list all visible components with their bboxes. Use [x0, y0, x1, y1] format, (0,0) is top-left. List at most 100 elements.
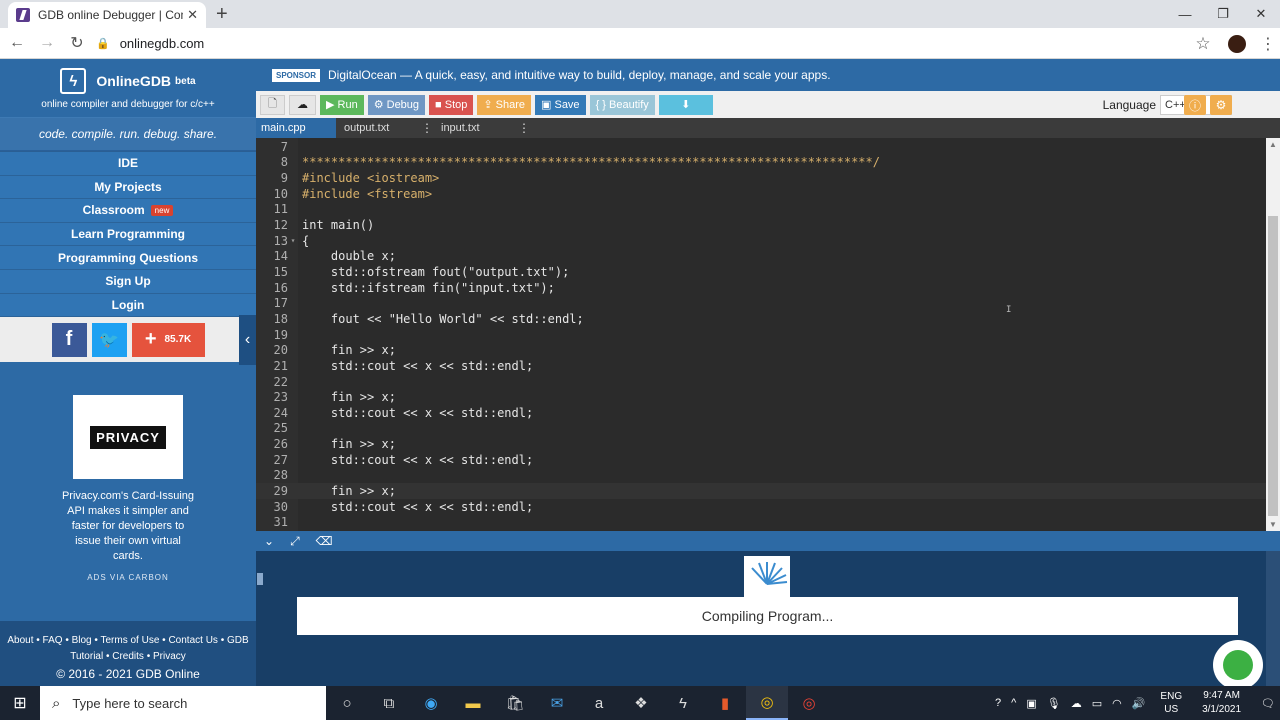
cortana-icon[interactable]: ○: [326, 686, 368, 720]
sidebar-item-ide[interactable]: IDE: [0, 152, 256, 176]
code-line[interactable]: 15 std::ofstream fout("output.txt");: [256, 264, 1266, 280]
address-bar[interactable]: 🔒 onlinegdb.com: [96, 32, 1216, 55]
chrome-icon[interactable]: ◎: [746, 686, 788, 720]
sidebar-item-my-projects[interactable]: My Projects: [0, 175, 256, 200]
lock-icon[interactable]: 🔒: [96, 37, 110, 50]
tab-main-cpp[interactable]: main.cpp: [256, 118, 336, 138]
wifi-icon[interactable]: ◠: [1112, 697, 1122, 710]
store-icon[interactable]: 🛍: [494, 686, 536, 720]
output-scrollbar[interactable]: [1266, 551, 1280, 686]
sidebar-item-classroom[interactable]: Classroom new: [0, 199, 256, 223]
code-line[interactable]: 23 fin >> x;: [256, 389, 1266, 405]
chrome-alt-icon[interactable]: ◎: [788, 686, 830, 720]
editor-scrollbar[interactable]: ▲ ▼: [1266, 138, 1280, 531]
mail-icon[interactable]: ✉: [536, 686, 578, 720]
code-line[interactable]: 25: [256, 421, 1266, 437]
footer-links-line1[interactable]: About • FAQ • Blog • Terms of Use • Cont…: [0, 633, 256, 649]
code-line[interactable]: 8 ***************************************…: [256, 155, 1266, 171]
sidebar-item-login[interactable]: Login: [0, 293, 256, 318]
ad-via[interactable]: ADS VIA CARBON: [0, 573, 256, 582]
share-count-button[interactable]: +85.7K: [131, 322, 205, 357]
code-line[interactable]: 21 std::cout << x << std::endl;: [256, 358, 1266, 374]
sidebar-item-sign-up[interactable]: Sign Up: [0, 269, 256, 294]
onedrive-icon[interactable]: ☁: [1071, 697, 1082, 710]
tab-menu-icon[interactable]: ⋮: [518, 118, 530, 138]
edge-icon[interactable]: ◉: [410, 686, 452, 720]
code-line[interactable]: 17: [256, 296, 1266, 312]
code-line[interactable]: 18 fout << "Hello World" << std::endl;: [256, 311, 1266, 327]
code-line[interactable]: 22: [256, 374, 1266, 390]
footer-links-line2[interactable]: Tutorial • Credits • Privacy: [0, 649, 256, 665]
office-icon[interactable]: ▮: [704, 686, 746, 720]
taskbar-search[interactable]: ⌕ Type here to search: [40, 686, 326, 720]
code-editor[interactable]: 7 8 **************************************…: [256, 138, 1266, 531]
code-line[interactable]: 11: [256, 202, 1266, 218]
code-line[interactable]: 28: [256, 468, 1266, 484]
clock[interactable]: 9:47 AM 3/1/2021: [1197, 689, 1246, 717]
chevron-down-icon[interactable]: ⌄: [264, 534, 274, 548]
output-console[interactable]: Compiling Program...: [256, 551, 1266, 690]
sidebar-item-programming-questions[interactable]: Programming Questions: [0, 246, 256, 270]
microphone-icon[interactable]: 🎙: [1047, 697, 1061, 710]
collapse-sidebar-button[interactable]: ‹: [239, 315, 256, 365]
code-line[interactable]: 19: [256, 327, 1266, 343]
twitter-share-button[interactable]: 🐦: [91, 322, 127, 357]
battery-icon[interactable]: ▭: [1092, 697, 1102, 710]
save-button[interactable]: ▣ Save: [535, 94, 586, 115]
forward-arrow-icon[interactable]: →: [34, 30, 60, 56]
app-bolt-icon[interactable]: ϟ: [662, 686, 704, 720]
notifications-icon[interactable]: 🗨: [1261, 697, 1275, 710]
scroll-up-icon[interactable]: ▲: [1269, 140, 1277, 149]
minimize-button[interactable]: —: [1166, 0, 1204, 28]
tab-output-txt[interactable]: output.txt: [336, 118, 421, 138]
ad-text[interactable]: Privacy.com's Card-Issuing API makes it …: [60, 489, 196, 564]
upload-button[interactable]: ☁: [289, 94, 316, 115]
code-line[interactable]: 7: [256, 139, 1266, 155]
tab-close-icon[interactable]: ✕: [187, 7, 198, 23]
file-explorer-icon[interactable]: ▬: [452, 686, 494, 720]
tab-menu-icon[interactable]: ⋮: [421, 118, 433, 138]
volume-icon[interactable]: 🔊: [1132, 697, 1146, 710]
windows-start-icon[interactable]: ⊞: [0, 686, 40, 720]
code-line[interactable]: 13 ▾ {: [256, 233, 1266, 249]
code-line[interactable]: 10 #include <fstream>: [256, 186, 1266, 202]
browser-tab[interactable]: GDB online Debugger | Compiler ✕: [8, 2, 206, 28]
download-button[interactable]: ⬇: [658, 94, 713, 115]
stop-button[interactable]: ■ Stop: [429, 94, 474, 115]
back-arrow-icon[interactable]: ←: [4, 30, 30, 56]
share-button[interactable]: ⇪ Share: [477, 94, 532, 115]
code-line[interactable]: 9 #include <iostream>: [256, 170, 1266, 186]
window-close-button[interactable]: ✕: [1242, 0, 1280, 28]
clear-output-icon[interactable]: ⌫: [316, 534, 333, 548]
new-tab-button[interactable]: +: [216, 3, 228, 26]
info-button[interactable]: ⓘ: [1184, 95, 1206, 115]
code-line[interactable]: 24 std::cout << x << std::endl;: [256, 405, 1266, 421]
code-line[interactable]: 12 int main(): [256, 217, 1266, 233]
code-line[interactable]: 14 double x;: [256, 249, 1266, 265]
sidebar-item-learn-programming[interactable]: Learn Programming: [0, 222, 256, 247]
task-view-icon[interactable]: ⧉: [368, 686, 410, 720]
debug-button[interactable]: ⚙ Debug: [367, 94, 426, 115]
help-icon[interactable]: ?: [995, 697, 1001, 709]
code-line[interactable]: 26 fin >> x;: [256, 436, 1266, 452]
expand-icon[interactable]: ⤢: [290, 534, 300, 549]
fold-arrow-icon[interactable]: ▾: [288, 236, 298, 245]
language-indicator[interactable]: ENG US: [1155, 690, 1187, 716]
bookmark-star-icon[interactable]: ☆: [1188, 34, 1218, 54]
profile-avatar[interactable]: [1228, 34, 1246, 53]
chat-button[interactable]: [1213, 640, 1263, 690]
maximize-button[interactable]: ❐: [1204, 0, 1242, 28]
chevron-up-icon[interactable]: ^: [1011, 697, 1016, 709]
scroll-thumb[interactable]: [1268, 216, 1278, 516]
code-line[interactable]: 16 std::ifstream fin("input.txt");: [256, 280, 1266, 296]
new-file-button[interactable]: 🗋: [260, 94, 285, 115]
beautify-button[interactable]: { } Beautify: [589, 94, 655, 115]
code-line[interactable]: 27 std::cout << x << std::endl;: [256, 452, 1266, 468]
ad-image[interactable]: PRIVACY: [73, 395, 183, 479]
tab-input-txt[interactable]: input.txt: [433, 118, 518, 138]
browser-menu-icon[interactable]: ⋮: [1256, 34, 1280, 54]
settings-button[interactable]: ⚙: [1210, 95, 1232, 115]
facebook-share-button[interactable]: f: [51, 322, 87, 357]
reload-icon[interactable]: ↻: [64, 30, 90, 56]
code-line[interactable]: 31: [256, 515, 1266, 531]
